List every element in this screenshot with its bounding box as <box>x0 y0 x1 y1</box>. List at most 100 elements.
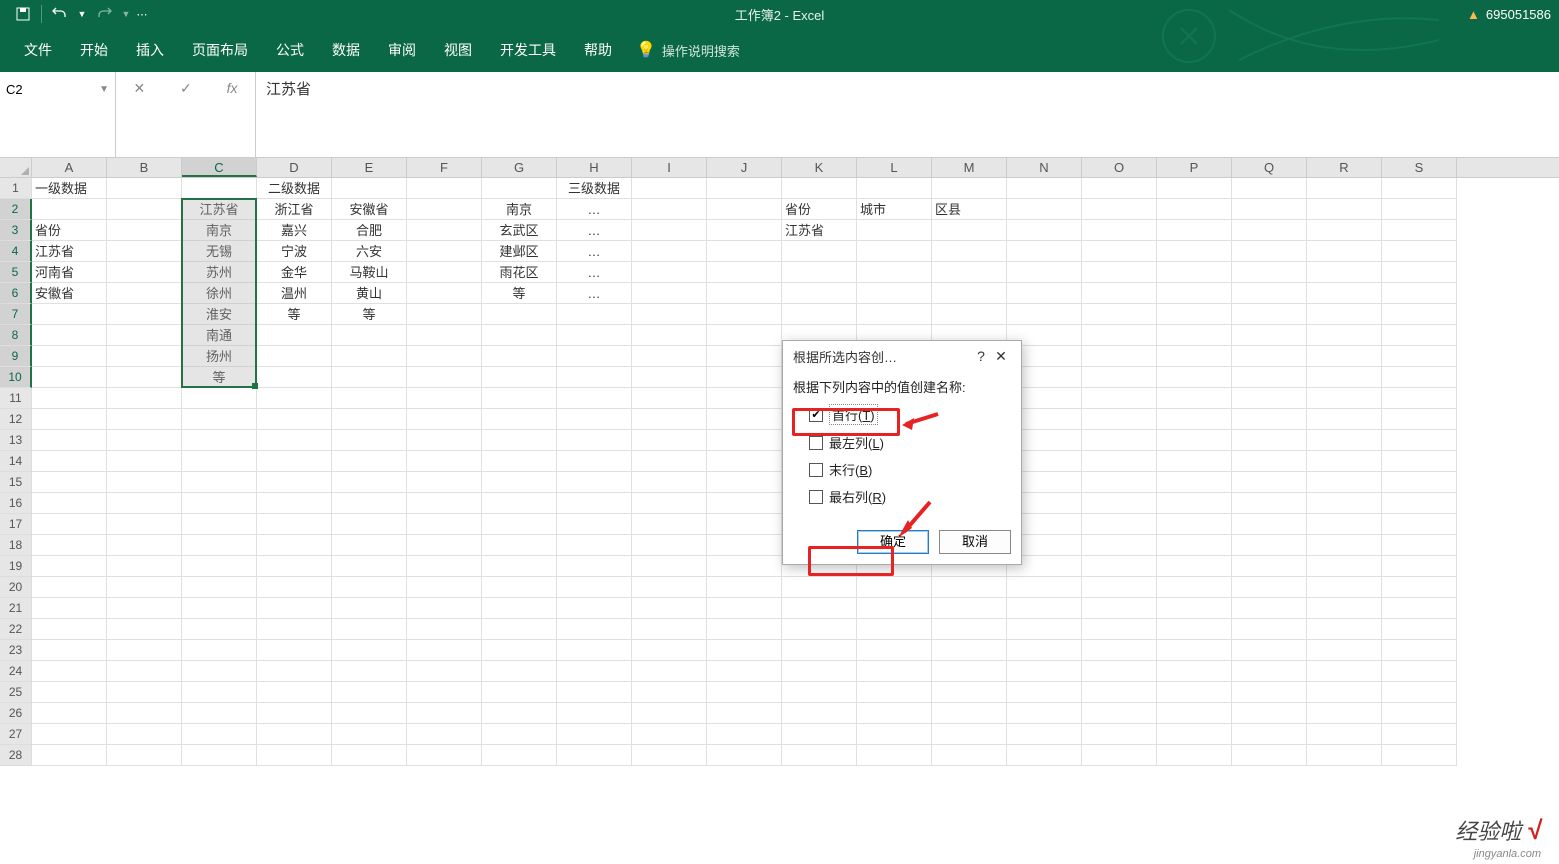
cell-P27[interactable] <box>1157 724 1232 745</box>
cell-F9[interactable] <box>407 346 482 367</box>
checkbox-bottom-row[interactable]: 末行(B) <box>809 460 1011 479</box>
cell-G20[interactable] <box>482 577 557 598</box>
cell-G10[interactable] <box>482 367 557 388</box>
cell-F12[interactable] <box>407 409 482 430</box>
cell-Q11[interactable] <box>1232 388 1307 409</box>
cell-A13[interactable] <box>32 430 107 451</box>
cell-O9[interactable] <box>1082 346 1157 367</box>
cell-E22[interactable] <box>332 619 407 640</box>
cell-R4[interactable] <box>1307 241 1382 262</box>
cell-S26[interactable] <box>1382 703 1457 724</box>
cell-B24[interactable] <box>107 661 182 682</box>
cell-O22[interactable] <box>1082 619 1157 640</box>
col-header-D[interactable]: D <box>257 158 332 177</box>
col-header-N[interactable]: N <box>1007 158 1082 177</box>
cell-I28[interactable] <box>632 745 707 766</box>
cell-E17[interactable] <box>332 514 407 535</box>
cell-A16[interactable] <box>32 493 107 514</box>
cell-P2[interactable] <box>1157 199 1232 220</box>
cell-M1[interactable] <box>932 178 1007 199</box>
cell-J16[interactable] <box>707 493 782 514</box>
cell-E28[interactable] <box>332 745 407 766</box>
row-header-25[interactable]: 25 <box>0 682 32 703</box>
cell-K3[interactable]: 江苏省 <box>782 220 857 241</box>
cell-E21[interactable] <box>332 598 407 619</box>
cell-I7[interactable] <box>632 304 707 325</box>
cell-R25[interactable] <box>1307 682 1382 703</box>
cell-Q27[interactable] <box>1232 724 1307 745</box>
cell-A14[interactable] <box>32 451 107 472</box>
cell-J8[interactable] <box>707 325 782 346</box>
cell-N23[interactable] <box>1007 640 1082 661</box>
cell-S21[interactable] <box>1382 598 1457 619</box>
cell-C26[interactable] <box>182 703 257 724</box>
cell-F14[interactable] <box>407 451 482 472</box>
cell-A10[interactable] <box>32 367 107 388</box>
cell-A19[interactable] <box>32 556 107 577</box>
cell-F4[interactable] <box>407 241 482 262</box>
cell-D19[interactable] <box>257 556 332 577</box>
cell-B25[interactable] <box>107 682 182 703</box>
cell-B17[interactable] <box>107 514 182 535</box>
cell-E6[interactable]: 黄山 <box>332 283 407 304</box>
cell-Q18[interactable] <box>1232 535 1307 556</box>
cell-O8[interactable] <box>1082 325 1157 346</box>
cell-G5[interactable]: 雨花区 <box>482 262 557 283</box>
cell-P22[interactable] <box>1157 619 1232 640</box>
cell-A2[interactable] <box>32 199 107 220</box>
cell-G27[interactable] <box>482 724 557 745</box>
cell-P4[interactable] <box>1157 241 1232 262</box>
cell-I11[interactable] <box>632 388 707 409</box>
cell-M3[interactable] <box>932 220 1007 241</box>
row-header-10[interactable]: 10 <box>0 367 32 388</box>
row-header-6[interactable]: 6 <box>0 283 32 304</box>
cell-R5[interactable] <box>1307 262 1382 283</box>
cell-R23[interactable] <box>1307 640 1382 661</box>
cell-K22[interactable] <box>782 619 857 640</box>
cell-F11[interactable] <box>407 388 482 409</box>
cell-S14[interactable] <box>1382 451 1457 472</box>
cell-K5[interactable] <box>782 262 857 283</box>
cell-B12[interactable] <box>107 409 182 430</box>
cell-C3[interactable]: 南京 <box>182 220 257 241</box>
tab-home[interactable]: 开始 <box>66 28 122 72</box>
cell-Q5[interactable] <box>1232 262 1307 283</box>
cell-Q17[interactable] <box>1232 514 1307 535</box>
cell-P26[interactable] <box>1157 703 1232 724</box>
help-icon[interactable]: ? <box>971 348 991 364</box>
cell-L1[interactable] <box>857 178 932 199</box>
cell-Q19[interactable] <box>1232 556 1307 577</box>
col-header-C[interactable]: C <box>182 158 257 177</box>
cell-B4[interactable] <box>107 241 182 262</box>
tab-data[interactable]: 数据 <box>318 28 374 72</box>
cell-L25[interactable] <box>857 682 932 703</box>
cell-E9[interactable] <box>332 346 407 367</box>
tab-insert[interactable]: 插入 <box>122 28 178 72</box>
cell-S7[interactable] <box>1382 304 1457 325</box>
cell-C27[interactable] <box>182 724 257 745</box>
cell-B10[interactable] <box>107 367 182 388</box>
cell-L22[interactable] <box>857 619 932 640</box>
cell-J12[interactable] <box>707 409 782 430</box>
cell-I5[interactable] <box>632 262 707 283</box>
cell-A6[interactable]: 安徽省 <box>32 283 107 304</box>
cell-O7[interactable] <box>1082 304 1157 325</box>
cell-I25[interactable] <box>632 682 707 703</box>
cell-K2[interactable]: 省份 <box>782 199 857 220</box>
cell-B27[interactable] <box>107 724 182 745</box>
cell-H15[interactable] <box>557 472 632 493</box>
cell-M21[interactable] <box>932 598 1007 619</box>
cell-D9[interactable] <box>257 346 332 367</box>
cell-G3[interactable]: 玄武区 <box>482 220 557 241</box>
cell-D25[interactable] <box>257 682 332 703</box>
cell-D23[interactable] <box>257 640 332 661</box>
cell-H25[interactable] <box>557 682 632 703</box>
cell-P14[interactable] <box>1157 451 1232 472</box>
cell-J17[interactable] <box>707 514 782 535</box>
tab-developer[interactable]: 开发工具 <box>486 28 570 72</box>
cell-N3[interactable] <box>1007 220 1082 241</box>
cell-P11[interactable] <box>1157 388 1232 409</box>
tab-help[interactable]: 帮助 <box>570 28 626 72</box>
tab-pagelayout[interactable]: 页面布局 <box>178 28 262 72</box>
cell-C9[interactable]: 扬州 <box>182 346 257 367</box>
